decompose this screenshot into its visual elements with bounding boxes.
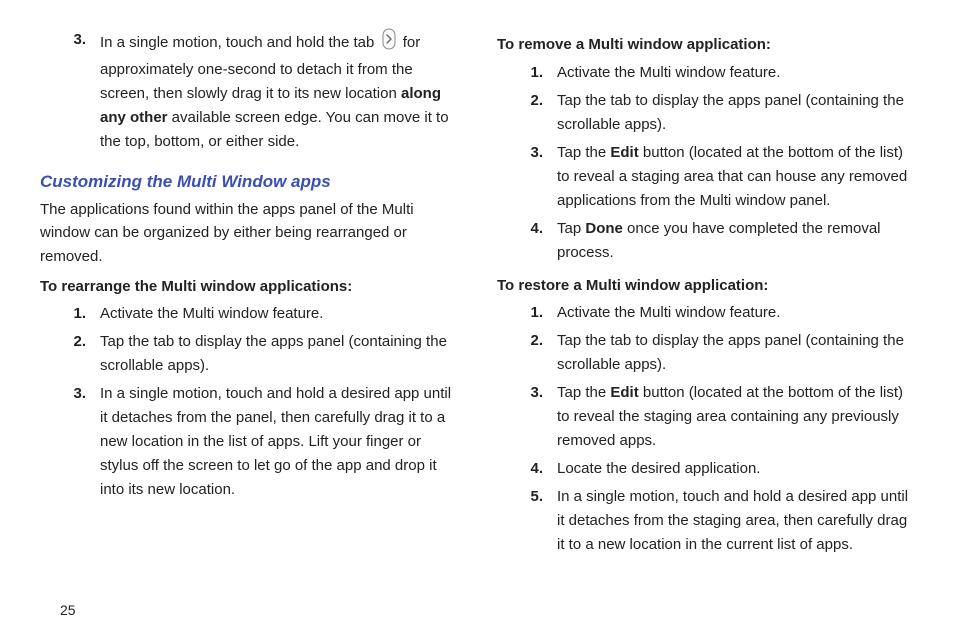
- step-number: 3.: [58, 382, 86, 502]
- continued-step-3: 3. In a single motion, touch and hold th…: [40, 28, 457, 154]
- subheading-rearrange: To rearrange the Multi window applicatio…: [40, 276, 457, 299]
- tab-handle-icon: [382, 28, 396, 58]
- step-number: 2.: [515, 329, 543, 377]
- step-text: Activate the Multi window feature.: [100, 302, 457, 326]
- page-number: 25: [60, 602, 76, 618]
- step-number: 3.: [515, 381, 543, 453]
- list-item: 3. In a single motion, touch and hold a …: [58, 382, 457, 502]
- page-columns: 3. In a single motion, touch and hold th…: [40, 28, 914, 561]
- intro-paragraph: The applications found within the apps p…: [40, 198, 457, 268]
- left-column: 3. In a single motion, touch and hold th…: [40, 28, 457, 561]
- step-number: 3.: [515, 141, 543, 213]
- step-number: 2.: [58, 330, 86, 378]
- list-item: 2. Tap the tab to display the apps panel…: [515, 89, 914, 137]
- step-text: In a single motion, touch and hold a des…: [100, 382, 457, 502]
- list-item: 3. Tap the Edit button (located at the b…: [515, 381, 914, 453]
- list-item: 2. Tap the tab to display the apps panel…: [58, 330, 457, 378]
- step-number: 1.: [58, 302, 86, 326]
- list-item: 4. Tap Done once you have completed the …: [515, 217, 914, 265]
- list-item: 4. Locate the desired application.: [515, 457, 914, 481]
- subheading-restore: To restore a Multi window application:: [497, 275, 914, 298]
- step-number: 4.: [515, 217, 543, 265]
- step-number: 4.: [515, 457, 543, 481]
- step-number: 2.: [515, 89, 543, 137]
- step-text: Activate the Multi window feature.: [557, 61, 914, 85]
- step-text: Tap the Edit button (located at the bott…: [557, 381, 914, 453]
- step-text: Locate the desired application.: [557, 457, 914, 481]
- step-number: 3.: [58, 28, 86, 154]
- list-item: 2. Tap the tab to display the apps panel…: [515, 329, 914, 377]
- step-text: Tap Done once you have completed the rem…: [557, 217, 914, 265]
- step-text: In a single motion, touch and hold a des…: [557, 485, 914, 557]
- step-text: Activate the Multi window feature.: [557, 301, 914, 325]
- step-text: Tap the tab to display the apps panel (c…: [100, 330, 457, 378]
- step-text: In a single motion, touch and hold the t…: [100, 28, 457, 154]
- step-number: 1.: [515, 61, 543, 85]
- list-item: 1. Activate the Multi window feature.: [58, 302, 457, 326]
- list-item: 1. Activate the Multi window feature.: [515, 61, 914, 85]
- list-item: 3. Tap the Edit button (located at the b…: [515, 141, 914, 213]
- step-number: 5.: [515, 485, 543, 557]
- step-number: 1.: [515, 301, 543, 325]
- section-heading-customizing: Customizing the Multi Window apps: [40, 172, 457, 192]
- right-column: To remove a Multi window application: 1.…: [497, 28, 914, 561]
- step-text: Tap the tab to display the apps panel (c…: [557, 89, 914, 137]
- list-item: 5. In a single motion, touch and hold a …: [515, 485, 914, 557]
- step-text: Tap the Edit button (located at the bott…: [557, 141, 914, 213]
- list-item: 1. Activate the Multi window feature.: [515, 301, 914, 325]
- subheading-remove: To remove a Multi window application:: [497, 34, 914, 57]
- step-text: Tap the tab to display the apps panel (c…: [557, 329, 914, 377]
